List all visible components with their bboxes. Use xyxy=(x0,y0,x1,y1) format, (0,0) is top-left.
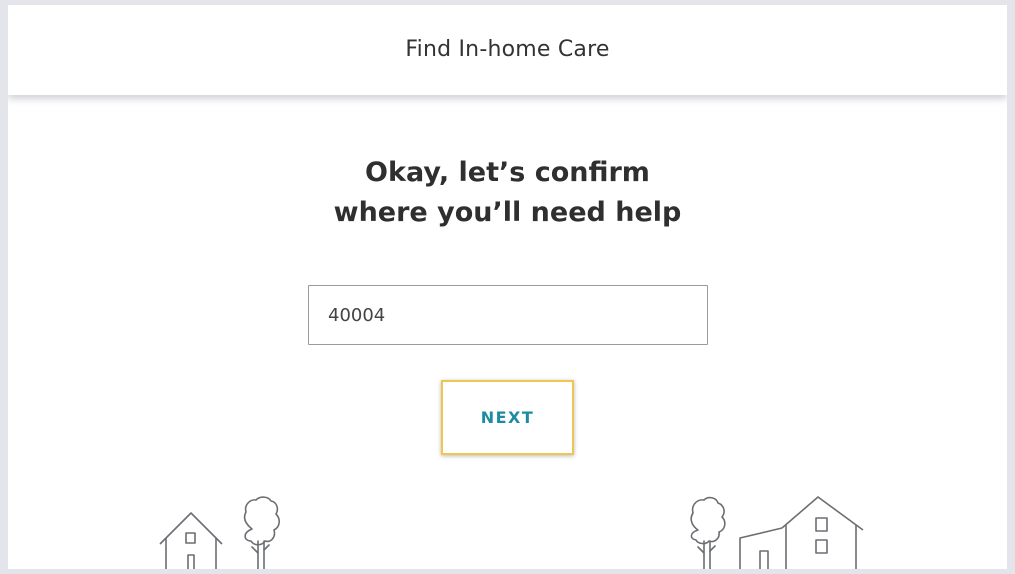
tree-icon xyxy=(243,496,280,569)
tree-icon xyxy=(690,496,726,569)
zip-code-input[interactable] xyxy=(308,285,708,345)
headline-line-2: where you’ll need help xyxy=(333,197,682,228)
house-icon xyxy=(739,496,864,569)
headline-line-1: Okay, let’s confirm xyxy=(365,157,650,188)
right-illustration xyxy=(690,496,864,569)
left-illustration xyxy=(159,496,280,569)
top-header: Find In-home Care xyxy=(8,5,1007,95)
main-content: Okay, let’s confirm where you’ll need he… xyxy=(8,95,1007,569)
next-button[interactable]: NEXT xyxy=(441,380,574,455)
headline: Okay, let’s confirm where you’ll need he… xyxy=(8,153,1007,233)
house-icon xyxy=(159,512,223,569)
app-frame: Find In-home Care Okay, let’s confirm wh… xyxy=(8,5,1007,569)
page-title: Find In-home Care xyxy=(405,36,610,62)
